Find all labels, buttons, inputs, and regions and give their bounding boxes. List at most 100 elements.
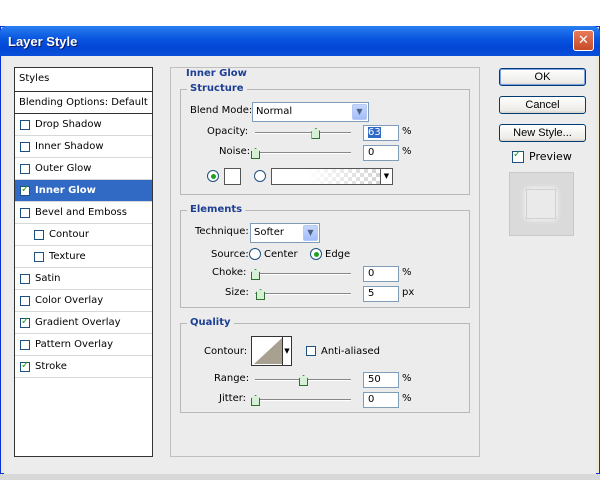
size-input[interactable]: 5 xyxy=(363,286,399,302)
technique-label: Technique: xyxy=(195,226,249,237)
window-bottom-edge xyxy=(0,474,600,480)
blending-options-item[interactable]: Blending Options: Default xyxy=(15,92,152,114)
jitter-slider[interactable] xyxy=(255,399,351,401)
style-item-label: Satin xyxy=(35,273,61,284)
opacity-slider[interactable] xyxy=(255,132,351,134)
choke-input[interactable]: 0 xyxy=(363,266,399,282)
opacity-label: Opacity: xyxy=(207,126,249,137)
style-item-color-overlay[interactable]: Color Overlay xyxy=(15,290,152,312)
styles-panel: Styles Blending Options: Default Drop Sh… xyxy=(14,67,153,457)
style-item-bevel-and-emboss[interactable]: Bevel and Emboss xyxy=(15,202,152,224)
preview-checkbox[interactable] xyxy=(512,149,524,163)
style-item-label: Gradient Overlay xyxy=(35,317,121,328)
range-input[interactable]: 50 xyxy=(363,372,399,388)
contour-picker[interactable]: ▼ xyxy=(251,336,292,366)
anti-aliased-checkbox[interactable] xyxy=(306,346,316,356)
contour-dropdown-icon[interactable]: ▼ xyxy=(282,337,291,365)
noise-input[interactable]: 0 xyxy=(363,145,399,161)
style-item-label: Stroke xyxy=(35,361,67,372)
opacity-value: 63 xyxy=(368,127,381,138)
bevel-and-emboss-checkbox[interactable] xyxy=(20,207,30,218)
style-item-label: Color Overlay xyxy=(35,295,104,306)
choke-slider[interactable] xyxy=(255,273,351,275)
close-button[interactable]: ✕ xyxy=(573,30,594,51)
gradient-dropdown-icon[interactable]: ▼ xyxy=(380,169,392,184)
style-item-stroke[interactable]: Stroke xyxy=(15,356,152,378)
blend-mode-label: Blend Mode: xyxy=(190,105,253,116)
source-center-radio[interactable] xyxy=(249,248,261,260)
outer-glow-checkbox[interactable] xyxy=(20,163,30,174)
style-item-label: Outer Glow xyxy=(35,163,92,174)
style-item-texture[interactable]: Texture xyxy=(15,246,152,268)
style-item-satin[interactable]: Satin xyxy=(15,268,152,290)
glow-gradient-picker[interactable]: ▼ xyxy=(271,168,393,185)
color-overlay-checkbox[interactable] xyxy=(20,295,30,306)
style-item-label: Drop Shadow xyxy=(35,119,102,130)
source-edge-label[interactable]: Edge xyxy=(325,249,350,260)
new-style-button[interactable]: New Style... xyxy=(499,124,586,142)
structure-title: Structure xyxy=(187,83,247,94)
jitter-label: Jitter: xyxy=(219,393,247,404)
gradient-overlay-checkbox[interactable] xyxy=(20,316,30,328)
opacity-input[interactable]: 63 xyxy=(363,125,399,141)
jitter-unit: % xyxy=(402,393,412,404)
range-unit: % xyxy=(402,373,412,384)
style-item-inner-shadow[interactable]: Inner Shadow xyxy=(15,136,152,158)
style-item-label: Bevel and Emboss xyxy=(35,207,127,218)
style-item-gradient-overlay[interactable]: Gradient Overlay xyxy=(15,312,152,334)
opacity-unit: % xyxy=(402,126,412,137)
inner-glow-title: Inner Glow xyxy=(186,68,247,79)
style-item-label: Inner Glow xyxy=(35,185,96,196)
chevron-down-icon: ▼ xyxy=(303,225,318,241)
texture-checkbox[interactable] xyxy=(34,251,44,262)
blend-mode-value: Normal xyxy=(256,106,293,117)
ok-button[interactable]: OK xyxy=(499,68,586,86)
glow-color-swatch[interactable] xyxy=(224,168,241,185)
satin-checkbox[interactable] xyxy=(20,273,30,284)
noise-unit: % xyxy=(402,146,412,157)
style-item-inner-glow[interactable]: Inner Glow xyxy=(15,180,152,202)
size-unit: px xyxy=(402,287,415,298)
contour-label: Contour: xyxy=(204,346,248,357)
quality-title: Quality xyxy=(187,317,234,328)
inner-glow-checkbox[interactable] xyxy=(20,184,30,196)
jitter-input[interactable]: 0 xyxy=(363,392,399,408)
choke-label: Choke: xyxy=(212,267,247,278)
inner-glow-panel: Inner Glow Structure Blend Mode: Normal … xyxy=(170,67,480,457)
blend-mode-select[interactable]: Normal ▼ xyxy=(252,102,369,122)
stroke-checkbox[interactable] xyxy=(20,360,30,372)
inner-shadow-checkbox[interactable] xyxy=(20,141,30,152)
style-item-label: Inner Shadow xyxy=(35,141,104,152)
style-item-label: Contour xyxy=(49,229,89,240)
cancel-button[interactable]: Cancel xyxy=(499,96,586,114)
style-item-label: Pattern Overlay xyxy=(35,339,114,350)
chevron-down-icon: ▼ xyxy=(352,104,367,120)
elements-title: Elements xyxy=(187,204,246,215)
noise-label: Noise: xyxy=(219,146,251,157)
title-bar[interactable]: Layer Style xyxy=(0,26,600,56)
style-item-outer-glow[interactable]: Outer Glow xyxy=(15,158,152,180)
solid-color-radio[interactable] xyxy=(207,170,219,182)
pattern-overlay-checkbox[interactable] xyxy=(20,339,30,350)
style-item-pattern-overlay[interactable]: Pattern Overlay xyxy=(15,334,152,356)
size-label: Size: xyxy=(225,287,249,298)
gradient-radio[interactable] xyxy=(254,170,266,182)
preview-thumbnail xyxy=(509,172,574,236)
source-center-label[interactable]: Center xyxy=(264,249,298,260)
range-label: Range: xyxy=(214,373,250,384)
contour-checkbox[interactable] xyxy=(34,229,44,240)
noise-slider[interactable] xyxy=(255,152,351,154)
size-slider[interactable] xyxy=(255,293,351,295)
drop-shadow-checkbox[interactable] xyxy=(20,119,30,130)
style-item-contour[interactable]: Contour xyxy=(15,224,152,246)
preview-label[interactable]: Preview xyxy=(529,150,572,163)
technique-value: Softer xyxy=(254,227,284,238)
styles-list: Blending Options: Default Drop Shadow Inn… xyxy=(15,92,152,378)
source-edge-radio[interactable] xyxy=(310,248,322,260)
contour-curve-icon xyxy=(254,338,282,364)
technique-select[interactable]: Softer ▼ xyxy=(250,223,320,243)
style-item-drop-shadow[interactable]: Drop Shadow xyxy=(15,114,152,136)
anti-aliased-label[interactable]: Anti-aliased xyxy=(321,346,380,357)
styles-header[interactable]: Styles xyxy=(15,68,152,92)
style-item-label: Texture xyxy=(49,251,86,262)
